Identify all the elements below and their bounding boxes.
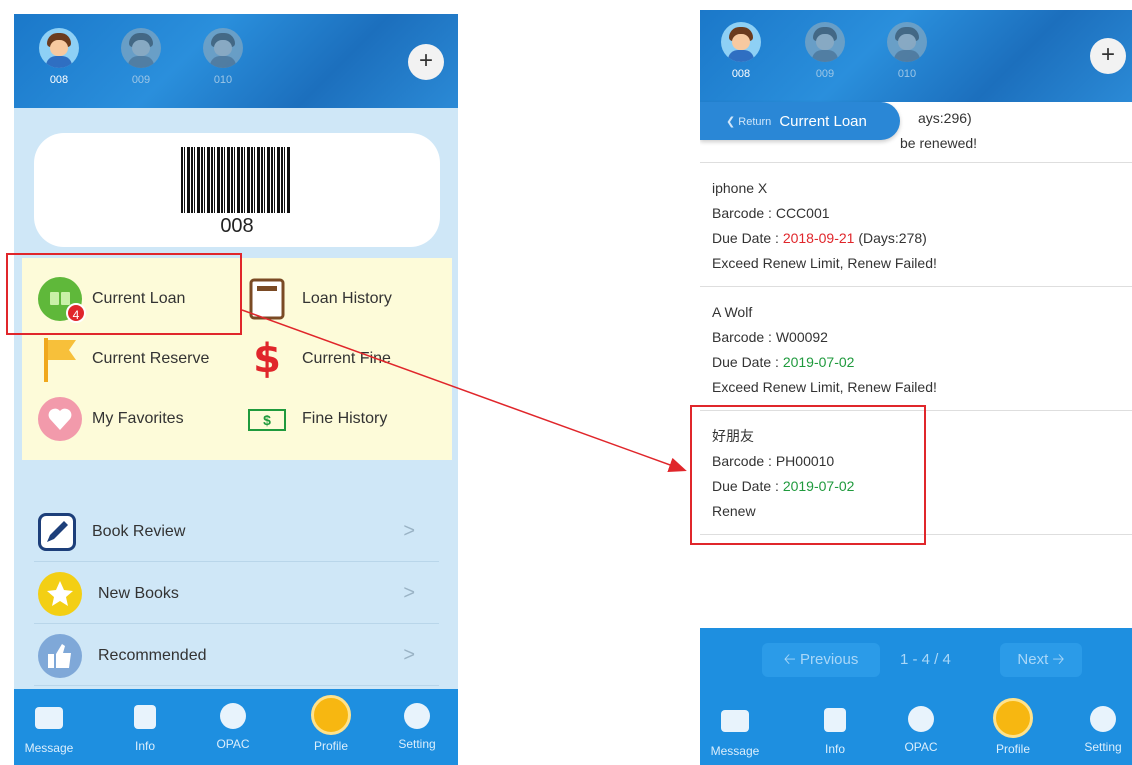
annotation-arrow <box>241 309 687 472</box>
